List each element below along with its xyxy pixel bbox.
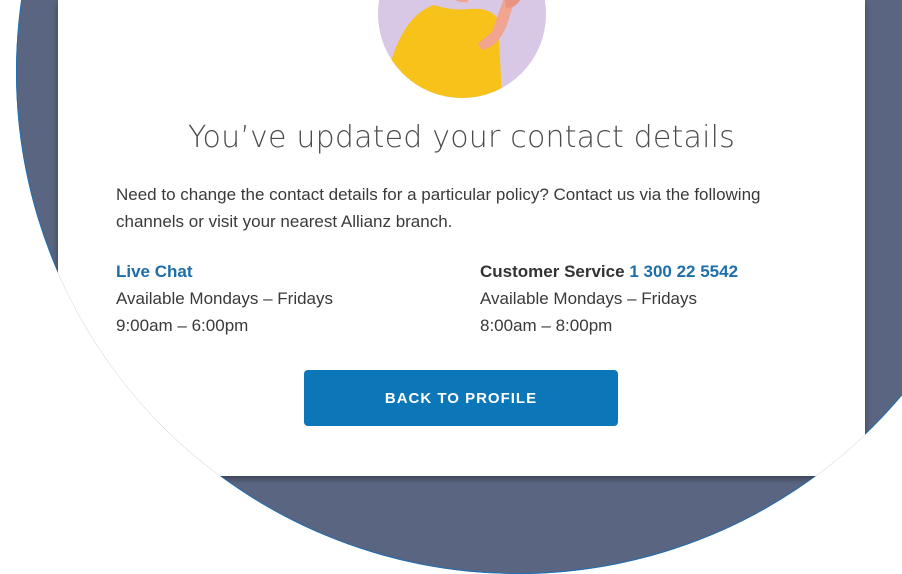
live-chat-availability: Available Mondays – Fridays: [116, 289, 334, 308]
customer-service-phone-link[interactable]: 1 300 22 5542: [629, 262, 738, 281]
live-chat-block: Live Chat Available Mondays – Fridays 9:…: [116, 258, 446, 339]
live-chat-link[interactable]: Live Chat: [116, 258, 446, 285]
customer-service-label: Customer Service: [480, 262, 625, 281]
customer-service-availability: Available Mondays – Fridays: [480, 289, 698, 308]
viewport: You’ve updated your contact details Need…: [0, 0, 902, 574]
avatar-illustration: [378, 0, 546, 98]
magnifier-lens: You’ve updated your contact details Need…: [16, 0, 902, 574]
page-title: You’ve updated your contact details: [187, 120, 735, 155]
contact-description: Need to change the contact details for a…: [116, 185, 761, 231]
customer-service-hours: 8:00am – 8:00pm: [480, 316, 613, 335]
back-to-profile-button[interactable]: BACK TO PROFILE: [304, 370, 618, 426]
person-thumbs-up-icon: [378, 0, 546, 98]
live-chat-hours: 9:00am – 6:00pm: [116, 316, 249, 335]
customer-service-block: Customer Service 1 300 22 5542 Available…: [480, 258, 840, 339]
confirmation-card: You’ve updated your contact details Need…: [58, 0, 865, 476]
customer-service-heading: Customer Service 1 300 22 5542: [480, 258, 840, 285]
